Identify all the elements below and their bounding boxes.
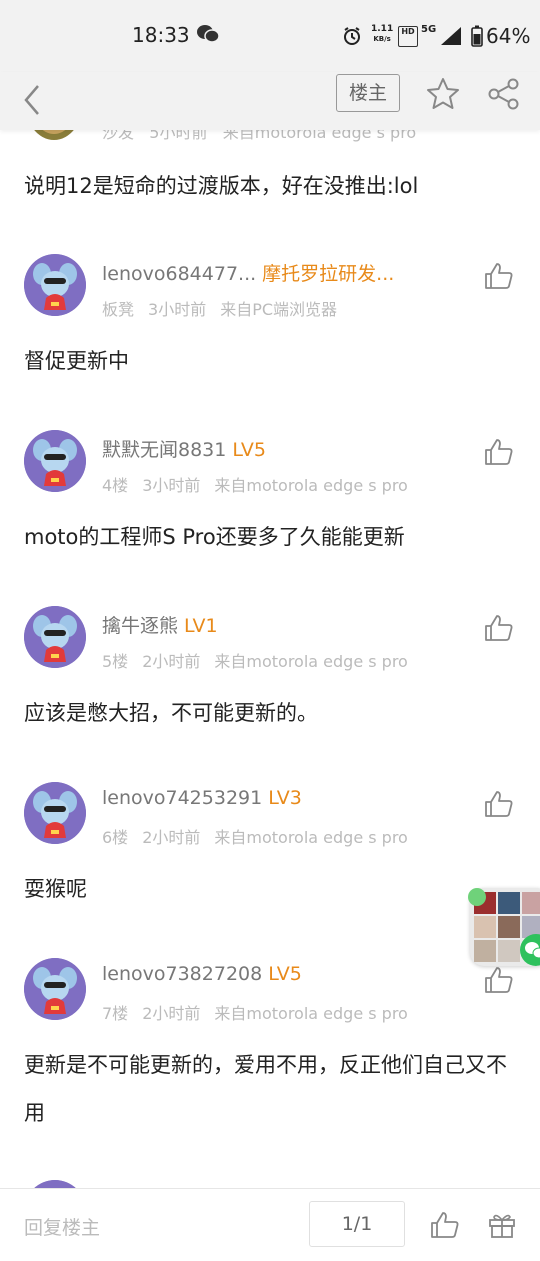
network-speed: 1.11 KB/s bbox=[371, 24, 394, 43]
alarm-icon bbox=[342, 26, 362, 50]
post-meta: 5楼 2小时前 来自motorola edge s pro bbox=[102, 652, 408, 671]
gift-icon[interactable] bbox=[488, 1211, 516, 1243]
post-text: 督促更新中 bbox=[24, 349, 129, 373]
username[interactable]: lenovo74253291 LV3 bbox=[102, 787, 302, 809]
status-time: 18:33 bbox=[132, 23, 190, 47]
post-text: 说明12是短命的过渡版本，好在没推出:lol bbox=[24, 174, 419, 198]
battery-percent: 64% bbox=[486, 24, 531, 48]
like-icon[interactable] bbox=[430, 1211, 460, 1243]
post-text: 应该是憋大招，不可能更新的。 bbox=[24, 701, 318, 725]
favorite-star-icon[interactable] bbox=[425, 76, 461, 116]
username[interactable]: lenovo684477... 摩托罗拉研发... bbox=[102, 259, 394, 286]
back-icon[interactable] bbox=[20, 80, 44, 124]
post-meta: 板凳 3小时前 来自PC端浏览器 bbox=[102, 300, 338, 319]
avatar[interactable] bbox=[24, 430, 86, 492]
post-text: 耍猴呢 bbox=[24, 877, 87, 901]
status-dot bbox=[468, 888, 486, 906]
username[interactable]: 默默无闻8831 LV5 bbox=[102, 435, 266, 462]
status-bar: 18:33 1.11 KB/s HD 5G 64% bbox=[0, 0, 540, 72]
avatar[interactable] bbox=[24, 958, 86, 1020]
like-icon[interactable] bbox=[484, 790, 514, 822]
username[interactable]: 擒牛逐熊 LV1 bbox=[102, 611, 218, 638]
user-level-badge: LV3 bbox=[268, 787, 302, 809]
bottom-bar: 回复楼主 1/1 bbox=[0, 1188, 540, 1261]
hd-icon: HD bbox=[398, 26, 418, 47]
like-icon[interactable] bbox=[484, 262, 514, 294]
avatar[interactable] bbox=[24, 782, 86, 844]
like-icon[interactable] bbox=[484, 438, 514, 470]
user-level-badge: LV5 bbox=[232, 439, 266, 461]
wechat-icon bbox=[197, 24, 220, 48]
reply-input[interactable]: 回复楼主 bbox=[24, 1213, 100, 1240]
network-type: 5G bbox=[421, 24, 437, 35]
like-icon[interactable] bbox=[484, 614, 514, 646]
user-level-badge: LV5 bbox=[268, 963, 302, 985]
only-op-button[interactable]: 楼主 bbox=[336, 74, 400, 112]
share-icon[interactable] bbox=[487, 77, 521, 115]
username[interactable]: lenovo73827208 LV5 bbox=[102, 963, 302, 985]
post-meta: 7楼 2小时前 来自motorola edge s pro bbox=[102, 1004, 408, 1023]
top-nav-bar: 楼主 bbox=[0, 72, 540, 130]
post-meta: 4楼 3小时前 来自motorola edge s pro bbox=[102, 476, 408, 495]
like-icon[interactable] bbox=[484, 966, 514, 998]
user-level-badge: 摩托罗拉研发... bbox=[262, 263, 395, 285]
post-text: moto的工程师S Pro还要多了久能能更新 bbox=[24, 525, 405, 549]
page-indicator[interactable]: 1/1 bbox=[309, 1201, 405, 1247]
post-meta: 6楼 2小时前 来自motorola edge s pro bbox=[102, 828, 408, 847]
avatar[interactable] bbox=[24, 254, 86, 316]
signal-icon bbox=[440, 26, 462, 50]
battery-icon bbox=[471, 25, 483, 51]
avatar[interactable] bbox=[24, 606, 86, 668]
user-level-badge: LV1 bbox=[184, 615, 218, 637]
post-text: 更新是不可能更新的，爱用不用，反正他们自己又不用 bbox=[24, 1053, 507, 1125]
